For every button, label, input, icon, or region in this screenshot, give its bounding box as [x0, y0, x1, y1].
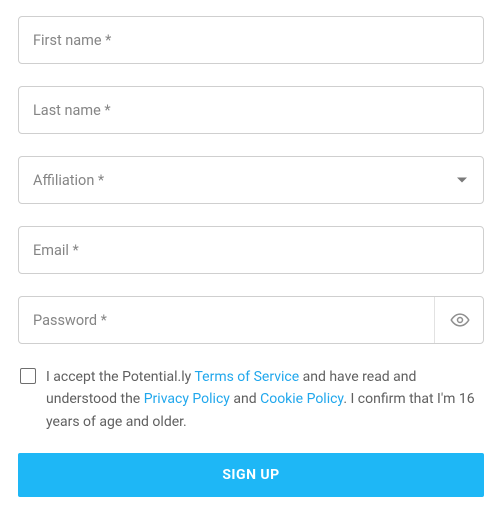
affiliation-select[interactable]: Affiliation * [18, 156, 484, 204]
email-input[interactable] [18, 226, 484, 274]
terms-text: I accept the Potential.ly Terms of Servi… [46, 366, 482, 433]
eye-icon [450, 310, 470, 330]
toggle-password-visibility-button[interactable] [434, 297, 484, 343]
password-input[interactable] [18, 296, 484, 344]
last-name-input[interactable] [18, 86, 484, 134]
affiliation-placeholder: Affiliation * [33, 172, 104, 189]
terms-of-service-link[interactable]: Terms of Service [194, 369, 299, 385]
privacy-policy-link[interactable]: Privacy Policy [144, 391, 230, 407]
chevron-down-icon [457, 178, 467, 183]
terms-checkbox[interactable] [20, 368, 36, 384]
cookie-policy-link[interactable]: Cookie Policy [260, 391, 343, 407]
first-name-input[interactable] [18, 16, 484, 64]
signup-button[interactable]: SIGN UP [18, 453, 484, 497]
